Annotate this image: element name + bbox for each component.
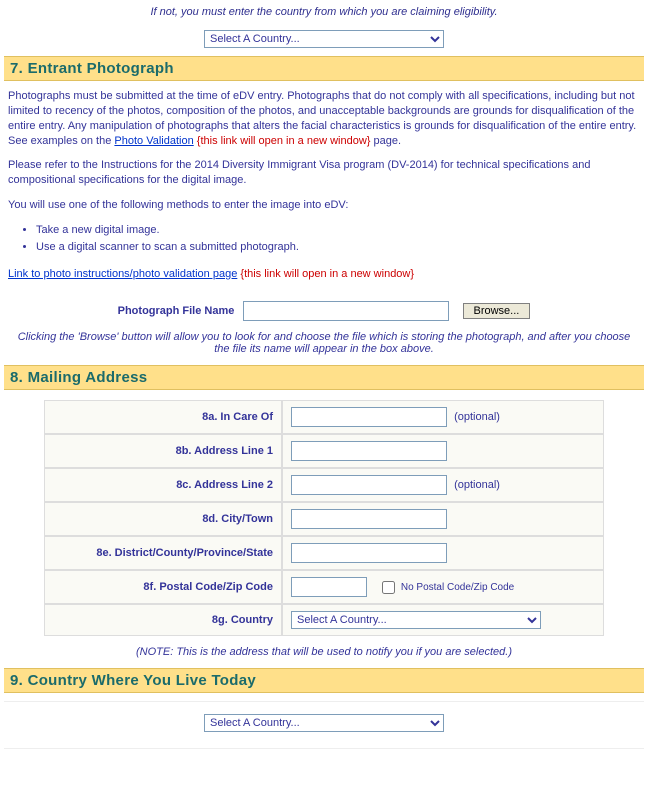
divider <box>4 748 644 749</box>
label-in-care-of: 8a. In Care Of <box>44 400 282 434</box>
no-postal-checkbox[interactable] <box>382 581 395 594</box>
methods-list: Take a new digital image. Use a digital … <box>36 223 640 255</box>
section-8-title: 8. Mailing Address <box>10 369 638 386</box>
section-7-title: 7. Entrant Photograph <box>10 60 638 77</box>
label-district: 8e. District/County/Province/State <box>44 536 282 570</box>
section-9-header: 9. Country Where You Live Today <box>4 668 644 693</box>
table-row: 8d. City/Town <box>44 502 604 536</box>
table-row: 8e. District/County/Province/State <box>44 536 604 570</box>
new-window-note-2: {this link will open in a new window} <box>240 268 414 280</box>
address-line-1-input[interactable] <box>291 441 447 461</box>
mailing-country-select[interactable]: Select A Country... <box>291 611 541 629</box>
address-line-2-input[interactable] <box>291 475 447 495</box>
section-8-header: 8. Mailing Address <box>4 365 644 390</box>
label-address-1: 8b. Address Line 1 <box>44 434 282 468</box>
label-address-2: 8c. Address Line 2 <box>44 468 282 502</box>
optional-note: (optional) <box>450 479 500 491</box>
postal-code-input[interactable] <box>291 577 367 597</box>
photo-instructions-link[interactable]: Link to photo instructions/photo validat… <box>8 268 237 280</box>
photo-rules-paragraph: Photographs must be submitted at the tim… <box>8 89 640 148</box>
table-row: 8f. Postal Code/Zip Code No Postal Code/… <box>44 570 604 604</box>
label-country: 8g. Country <box>44 604 282 636</box>
method-item: Take a new digital image. <box>36 223 640 238</box>
label-city: 8d. City/Town <box>44 502 282 536</box>
eligibility-country-select[interactable]: Select A Country... <box>204 30 444 48</box>
divider <box>4 701 644 702</box>
eligibility-hint: If not, you must enter the country from … <box>4 4 644 26</box>
district-input[interactable] <box>291 543 447 563</box>
table-row: 8c. Address Line 2 (optional) <box>44 468 604 502</box>
browse-hint: Clicking the 'Browse' button will allow … <box>4 325 644 365</box>
new-window-note-1: {this link will open in a new window} <box>197 135 371 147</box>
residence-country-select[interactable]: Select A Country... <box>204 714 444 732</box>
table-row: 8g. Country Select A Country... <box>44 604 604 636</box>
table-row: 8a. In Care Of (optional) <box>44 400 604 434</box>
mailing-note: (NOTE: This is the address that will be … <box>4 642 644 668</box>
section-7-header: 7. Entrant Photograph <box>4 56 644 81</box>
no-postal-label: No Postal Code/Zip Code <box>401 582 514 593</box>
methods-intro: You will use one of the following method… <box>8 198 640 213</box>
mailing-address-table: 8a. In Care Of (optional) 8b. Address Li… <box>44 400 604 636</box>
instructions-reference: Please refer to the Instructions for the… <box>8 158 640 188</box>
browse-button[interactable]: Browse... <box>463 303 531 319</box>
table-row: 8b. Address Line 1 <box>44 434 604 468</box>
photo-file-input[interactable] <box>243 301 449 321</box>
section-9-title: 9. Country Where You Live Today <box>10 672 638 689</box>
in-care-of-input[interactable] <box>291 407 447 427</box>
method-item: Use a digital scanner to scan a submitte… <box>36 240 640 255</box>
photo-file-label: Photograph File Name <box>118 305 241 317</box>
photo-rules-text-b: page. <box>374 135 402 147</box>
photo-validation-link[interactable]: Photo Validation <box>114 135 193 147</box>
label-postal: 8f. Postal Code/Zip Code <box>44 570 282 604</box>
optional-note: (optional) <box>450 411 500 423</box>
city-town-input[interactable] <box>291 509 447 529</box>
